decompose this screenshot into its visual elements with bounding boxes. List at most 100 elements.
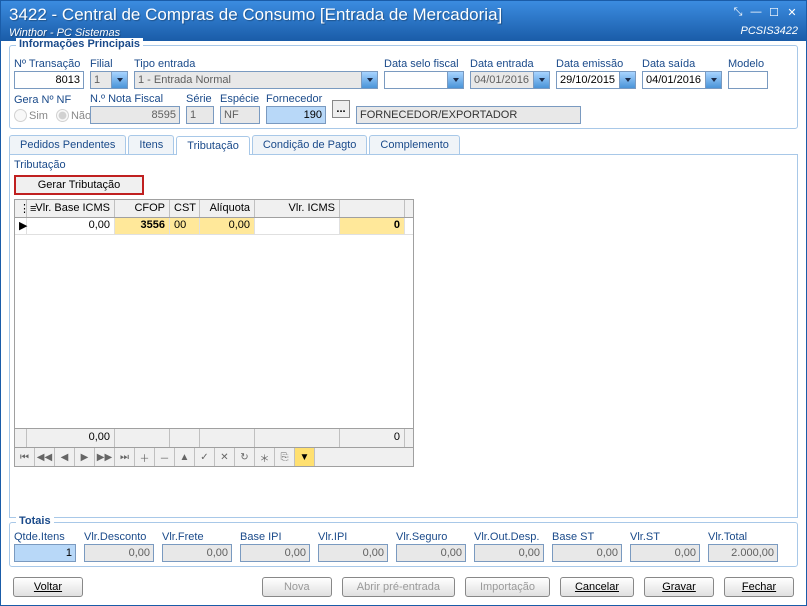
fornecedor-cod-input[interactable] <box>266 106 326 124</box>
basest-input <box>552 544 622 562</box>
baseipi-label: Base IPI <box>240 531 310 543</box>
foot-last: 0 <box>340 429 405 447</box>
nav-filter-icon[interactable]: ▼ <box>295 448 315 466</box>
restore-icon[interactable]: ⤡ <box>730 5 746 19</box>
outdesp-label: Vlr.Out.Desp. <box>474 531 544 543</box>
principais-group: Informações Principais Nº Transação Fili… <box>9 45 798 129</box>
nav-goto-icon[interactable]: ⎘ <box>275 448 295 466</box>
dropdown-arrow-icon[interactable] <box>533 72 549 88</box>
cell-cst[interactable]: 00 <box>170 218 200 234</box>
nav-post-icon[interactable]: ✓ <box>195 448 215 466</box>
dropdown-arrow-icon[interactable] <box>619 72 635 88</box>
nav-edit-icon[interactable]: ▲ <box>175 448 195 466</box>
nav-last-icon[interactable]: ⏭ <box>115 448 135 466</box>
col-aliquota[interactable]: Alíquota <box>200 200 255 217</box>
tab-itens[interactable]: Itens <box>128 135 174 154</box>
grid-navigator: ⏮ ◀◀ ◀ ▶ ▶▶ ⏭ ＋ － ▲ ✓ ✕ ↻ ＊ ⎘ ▼ <box>14 448 414 467</box>
tipoentrada-input[interactable] <box>134 71 378 89</box>
tab-pedidos-pendentes[interactable]: Pedidos Pendentes <box>9 135 126 154</box>
filial-label: Filial <box>90 58 128 70</box>
titlebar: 3422 - Central de Compras de Consumo [En… <box>1 1 806 41</box>
radio-nao[interactable]: Não <box>56 109 91 122</box>
dropdown-arrow-icon[interactable] <box>111 72 127 88</box>
voltar-button[interactable]: Voltar <box>13 577 83 597</box>
tab-condicao-pagto[interactable]: Condição de Pagto <box>252 135 368 154</box>
st-label: Vlr.ST <box>630 531 700 543</box>
cell-last[interactable]: 0 <box>340 218 405 234</box>
modelo-label: Modelo <box>728 58 768 70</box>
qtde-input <box>14 544 76 562</box>
ntrans-label: Nº Transação <box>14 58 84 70</box>
window-title: 3422 - Central de Compras de Consumo [En… <box>9 5 798 25</box>
col-indicator[interactable]: ⋮≡ <box>15 200 27 217</box>
especie-input[interactable] <box>220 106 260 124</box>
grid-header: ⋮≡ Vlr. Base ICMS CFOP CST Alíquota Vlr.… <box>15 200 413 218</box>
dropdown-arrow-icon[interactable] <box>447 72 463 88</box>
col-extra[interactable] <box>340 200 405 217</box>
nav-prev-page-icon[interactable]: ◀◀ <box>35 448 55 466</box>
nav-first-icon[interactable]: ⏮ <box>15 448 35 466</box>
col-vlr-icms[interactable]: Vlr. ICMS <box>255 200 340 217</box>
foot-icms <box>255 429 340 447</box>
tipoentrada-label: Tipo entrada <box>134 58 378 70</box>
basest-label: Base ST <box>552 531 622 543</box>
cancelar-button[interactable]: Cancelar <box>560 577 634 597</box>
dropdown-arrow-icon[interactable] <box>361 72 377 88</box>
gerar-tributacao-button[interactable]: Gerar Tributação <box>14 175 144 195</box>
dataentrada-label: Data entrada <box>470 58 550 70</box>
window-code: PCSIS3422 <box>741 25 798 37</box>
nav-next-page-icon[interactable]: ▶▶ <box>95 448 115 466</box>
ntrans-input[interactable] <box>14 71 84 89</box>
col-base-icms[interactable]: Vlr. Base ICMS <box>27 200 115 217</box>
tabs: Pedidos Pendentes Itens Tributação Condi… <box>9 135 798 155</box>
serie-input[interactable] <box>186 106 214 124</box>
radio-nao-input[interactable] <box>56 109 69 122</box>
nav-refresh-icon[interactable]: ↻ <box>235 448 255 466</box>
fechar-button[interactable]: Fechar <box>724 577 794 597</box>
nav-cancel-icon[interactable]: ✕ <box>215 448 235 466</box>
nav-delete-icon[interactable]: － <box>155 448 175 466</box>
totais-group: Totais Qtde.Itens Vlr.Desconto Vlr.Frete… <box>9 522 798 567</box>
cell-aliq[interactable]: 0,00 <box>200 218 255 234</box>
serie-label: Série <box>186 93 214 105</box>
ipi-label: Vlr.IPI <box>318 531 388 543</box>
nav-insert-icon[interactable]: ＋ <box>135 448 155 466</box>
cell-icms[interactable] <box>255 218 340 234</box>
nav-bookmark-icon[interactable]: ＊ <box>255 448 275 466</box>
total-input <box>708 544 778 562</box>
close-icon[interactable]: ✕ <box>784 5 800 19</box>
cell-base[interactable]: 0,00 <box>27 218 115 234</box>
nav-next-icon[interactable]: ▶ <box>75 448 95 466</box>
dataselo-label: Data selo fiscal <box>384 58 464 70</box>
seguro-label: Vlr.Seguro <box>396 531 466 543</box>
tab-tributacao[interactable]: Tributação <box>176 136 250 155</box>
minimize-icon[interactable]: — <box>748 5 764 19</box>
row-indicator-icon: ▶ <box>15 218 27 234</box>
cell-cfop[interactable]: 3556 <box>115 218 170 234</box>
nnotafiscal-input[interactable] <box>90 106 180 124</box>
grid-body[interactable]: ▶ 0,00 3556 00 0,00 0 <box>15 218 413 428</box>
total-label: Vlr.Total <box>708 531 778 543</box>
outdesp-input <box>474 544 544 562</box>
fornecedor-lookup-button[interactable]: ... <box>332 100 350 118</box>
gravar-button[interactable]: Gravar <box>644 577 714 597</box>
importacao-button: Importação <box>465 577 550 597</box>
totais-legend: Totais <box>16 515 54 527</box>
especie-label: Espécie <box>220 93 260 105</box>
st-input <box>630 544 700 562</box>
tab-complemento[interactable]: Complemento <box>369 135 459 154</box>
tab-panel-tributacao: Tributação Gerar Tributação ⋮≡ Vlr. Base… <box>9 155 798 518</box>
radio-sim-input[interactable] <box>14 109 27 122</box>
tributacao-label: Tributação <box>14 159 793 171</box>
geranf-label: Gera Nº NF <box>14 94 84 106</box>
nav-prev-icon[interactable]: ◀ <box>55 448 75 466</box>
dropdown-arrow-icon[interactable] <box>705 72 721 88</box>
tributacao-grid: ⋮≡ Vlr. Base ICMS CFOP CST Alíquota Vlr.… <box>14 199 414 448</box>
col-cfop[interactable]: CFOP <box>115 200 170 217</box>
radio-sim[interactable]: Sim <box>14 109 48 122</box>
table-row[interactable]: ▶ 0,00 3556 00 0,00 0 <box>15 218 413 235</box>
abrir-pre-entrada-button: Abrir pré-entrada <box>342 577 455 597</box>
col-cst[interactable]: CST <box>170 200 200 217</box>
maximize-icon[interactable]: ☐ <box>766 5 782 19</box>
modelo-input[interactable] <box>728 71 768 89</box>
